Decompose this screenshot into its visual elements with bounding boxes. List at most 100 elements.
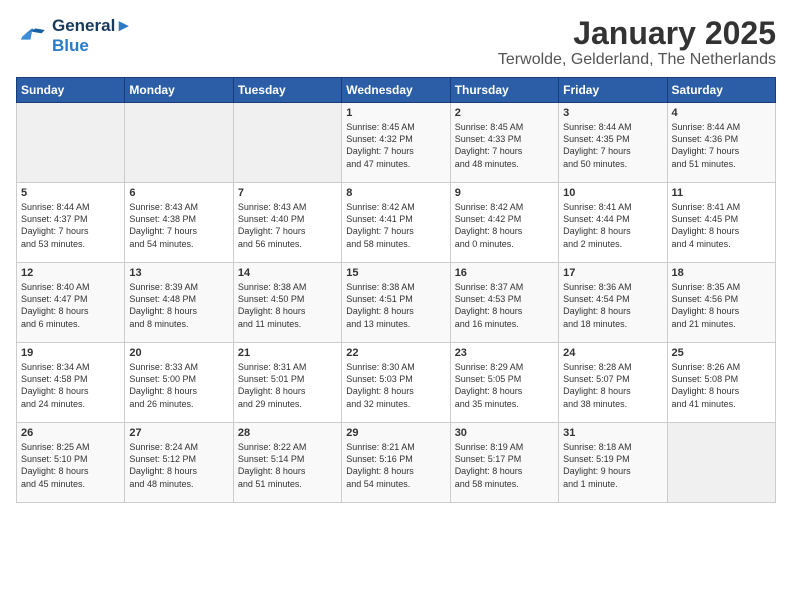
calendar-cell: 13 Sunrise: 8:39 AM Sunset: 4:48 PM Dayli… xyxy=(125,263,233,343)
calendar-cell: 16 Sunrise: 8:37 AM Sunset: 4:53 PM Dayli… xyxy=(450,263,558,343)
day-number: 31 xyxy=(563,427,662,439)
day-number: 25 xyxy=(672,347,771,359)
logo: General► Blue xyxy=(16,16,132,55)
page-container: General► Blue January 2025 Terwolde, Gel… xyxy=(0,0,792,511)
cell-content: Sunrise: 8:40 AM Sunset: 4:47 PM Dayligh… xyxy=(21,281,120,330)
weekday-header-row: SundayMondayTuesdayWednesdayThursdayFrid… xyxy=(17,78,776,103)
calendar-cell: 22 Sunrise: 8:30 AM Sunset: 5:03 PM Dayli… xyxy=(342,343,450,423)
day-number: 23 xyxy=(455,347,554,359)
cell-content: Sunrise: 8:33 AM Sunset: 5:00 PM Dayligh… xyxy=(129,361,228,410)
day-number: 24 xyxy=(563,347,662,359)
calendar-cell: 31 Sunrise: 8:18 AM Sunset: 5:19 PM Dayli… xyxy=(559,423,667,503)
cell-content: Sunrise: 8:39 AM Sunset: 4:48 PM Dayligh… xyxy=(129,281,228,330)
calendar-cell: 27Sunrise: 8:24 AM Sunset: 5:12 PM Dayli… xyxy=(125,423,233,503)
day-number: 8 xyxy=(346,187,445,199)
day-number: 11 xyxy=(672,187,771,199)
week-row-2: 5Sunrise: 8:44 AM Sunset: 4:37 PM Daylig… xyxy=(17,183,776,263)
day-number: 22 xyxy=(346,347,445,359)
weekday-header-saturday: Saturday xyxy=(667,78,775,103)
day-number: 28 xyxy=(238,427,337,439)
day-number: 2 xyxy=(455,107,554,119)
weekday-header-monday: Monday xyxy=(125,78,233,103)
calendar-cell: 5Sunrise: 8:44 AM Sunset: 4:37 PM Daylig… xyxy=(17,183,125,263)
calendar-cell: 15Sunrise: 8:38 AM Sunset: 4:51 PM Dayli… xyxy=(342,263,450,343)
day-number: 18 xyxy=(672,267,771,279)
logo-text: General► Blue xyxy=(52,16,132,55)
title-block: January 2025 Terwolde, Gelderland, The N… xyxy=(498,16,776,69)
cell-content: Sunrise: 8:37 AM Sunset: 4:53 PM Dayligh… xyxy=(455,281,554,330)
day-number: 7 xyxy=(238,187,337,199)
week-row-3: 12 Sunrise: 8:40 AM Sunset: 4:47 PM Dayli… xyxy=(17,263,776,343)
day-number: 3 xyxy=(563,107,662,119)
week-row-4: 19Sunrise: 8:34 AM Sunset: 4:58 PM Dayli… xyxy=(17,343,776,423)
calendar-cell: 7Sunrise: 8:43 AM Sunset: 4:40 PM Daylig… xyxy=(233,183,341,263)
calendar-cell xyxy=(17,103,125,183)
weekday-header-sunday: Sunday xyxy=(17,78,125,103)
day-number: 30 xyxy=(455,427,554,439)
cell-content: Sunrise: 8:36 AM Sunset: 4:54 PM Dayligh… xyxy=(563,281,662,330)
cell-content: Sunrise: 8:44 AM Sunset: 4:36 PM Dayligh… xyxy=(672,121,771,170)
calendar-cell: 10 Sunrise: 8:41 AM Sunset: 4:44 PM Dayli… xyxy=(559,183,667,263)
calendar-cell: 18 Sunrise: 8:35 AM Sunset: 4:56 PM Dayli… xyxy=(667,263,775,343)
cell-content: Sunrise: 8:38 AM Sunset: 4:50 PM Dayligh… xyxy=(238,281,337,330)
calendar-cell: 11Sunrise: 8:41 AM Sunset: 4:45 PM Dayli… xyxy=(667,183,775,263)
day-number: 20 xyxy=(129,347,228,359)
day-number: 9 xyxy=(455,187,554,199)
day-number: 16 xyxy=(455,267,554,279)
day-number: 12 xyxy=(21,267,120,279)
day-number: 17 xyxy=(563,267,662,279)
calendar-cell: 4 Sunrise: 8:44 AM Sunset: 4:36 PM Daylig… xyxy=(667,103,775,183)
cell-content: Sunrise: 8:21 AM Sunset: 5:16 PM Dayligh… xyxy=(346,441,445,490)
calendar-cell: 23 Sunrise: 8:29 AM Sunset: 5:05 PM Dayli… xyxy=(450,343,558,423)
calendar-cell: 25 Sunrise: 8:26 AM Sunset: 5:08 PM Dayli… xyxy=(667,343,775,423)
calendar-cell: 21Sunrise: 8:31 AM Sunset: 5:01 PM Dayli… xyxy=(233,343,341,423)
calendar-cell: 14 Sunrise: 8:38 AM Sunset: 4:50 PM Dayli… xyxy=(233,263,341,343)
day-number: 6 xyxy=(129,187,228,199)
cell-content: Sunrise: 8:34 AM Sunset: 4:58 PM Dayligh… xyxy=(21,361,120,410)
calendar-cell: 28 Sunrise: 8:22 AM Sunset: 5:14 PM Dayli… xyxy=(233,423,341,503)
weekday-header-wednesday: Wednesday xyxy=(342,78,450,103)
month-title: January 2025 xyxy=(498,16,776,51)
cell-content: Sunrise: 8:22 AM Sunset: 5:14 PM Dayligh… xyxy=(238,441,337,490)
cell-content: Sunrise: 8:29 AM Sunset: 5:05 PM Dayligh… xyxy=(455,361,554,410)
cell-content: Sunrise: 8:45 AM Sunset: 4:32 PM Dayligh… xyxy=(346,121,445,170)
day-number: 29 xyxy=(346,427,445,439)
cell-content: Sunrise: 8:44 AM Sunset: 4:35 PM Dayligh… xyxy=(563,121,662,170)
calendar-cell: 6 Sunrise: 8:43 AM Sunset: 4:38 PM Daylig… xyxy=(125,183,233,263)
cell-content: Sunrise: 8:35 AM Sunset: 4:56 PM Dayligh… xyxy=(672,281,771,330)
cell-content: Sunrise: 8:30 AM Sunset: 5:03 PM Dayligh… xyxy=(346,361,445,410)
week-row-5: 26Sunrise: 8:25 AM Sunset: 5:10 PM Dayli… xyxy=(17,423,776,503)
cell-content: Sunrise: 8:26 AM Sunset: 5:08 PM Dayligh… xyxy=(672,361,771,410)
cell-content: Sunrise: 8:44 AM Sunset: 4:37 PM Dayligh… xyxy=(21,201,120,250)
day-number: 4 xyxy=(672,107,771,119)
calendar-cell xyxy=(667,423,775,503)
calendar-table: SundayMondayTuesdayWednesdayThursdayFrid… xyxy=(16,77,776,503)
header: General► Blue January 2025 Terwolde, Gel… xyxy=(16,16,776,69)
cell-content: Sunrise: 8:41 AM Sunset: 4:44 PM Dayligh… xyxy=(563,201,662,250)
cell-content: Sunrise: 8:45 AM Sunset: 4:33 PM Dayligh… xyxy=(455,121,554,170)
calendar-cell: 26Sunrise: 8:25 AM Sunset: 5:10 PM Dayli… xyxy=(17,423,125,503)
day-number: 14 xyxy=(238,267,337,279)
cell-content: Sunrise: 8:42 AM Sunset: 4:41 PM Dayligh… xyxy=(346,201,445,250)
weekday-header-thursday: Thursday xyxy=(450,78,558,103)
day-number: 10 xyxy=(563,187,662,199)
cell-content: Sunrise: 8:42 AM Sunset: 4:42 PM Dayligh… xyxy=(455,201,554,250)
location-title: Terwolde, Gelderland, The Netherlands xyxy=(498,51,776,69)
week-row-1: 1 Sunrise: 8:45 AM Sunset: 4:32 PM Daylig… xyxy=(17,103,776,183)
calendar-cell: 12 Sunrise: 8:40 AM Sunset: 4:47 PM Dayli… xyxy=(17,263,125,343)
calendar-cell xyxy=(233,103,341,183)
logo-icon xyxy=(16,22,48,50)
day-number: 13 xyxy=(129,267,228,279)
weekday-header-friday: Friday xyxy=(559,78,667,103)
day-number: 1 xyxy=(346,107,445,119)
cell-content: Sunrise: 8:18 AM Sunset: 5:19 PM Dayligh… xyxy=(563,441,662,490)
calendar-cell: 24Sunrise: 8:28 AM Sunset: 5:07 PM Dayli… xyxy=(559,343,667,423)
day-number: 27 xyxy=(129,427,228,439)
cell-content: Sunrise: 8:19 AM Sunset: 5:17 PM Dayligh… xyxy=(455,441,554,490)
cell-content: Sunrise: 8:38 AM Sunset: 4:51 PM Dayligh… xyxy=(346,281,445,330)
calendar-cell xyxy=(125,103,233,183)
calendar-cell: 20 Sunrise: 8:33 AM Sunset: 5:00 PM Dayli… xyxy=(125,343,233,423)
day-number: 21 xyxy=(238,347,337,359)
calendar-cell: 19Sunrise: 8:34 AM Sunset: 4:58 PM Dayli… xyxy=(17,343,125,423)
cell-content: Sunrise: 8:43 AM Sunset: 4:38 PM Dayligh… xyxy=(129,201,228,250)
